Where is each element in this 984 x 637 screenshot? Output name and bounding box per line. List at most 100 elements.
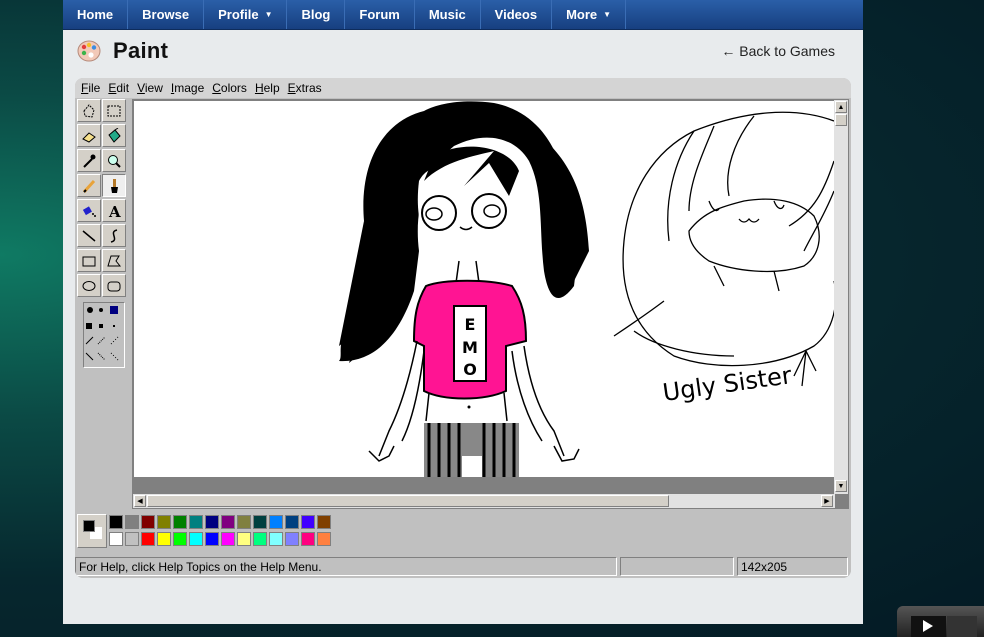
pencil-icon[interactable] bbox=[77, 174, 101, 197]
nav-item-label: Music bbox=[428, 7, 466, 22]
color-swatch[interactable] bbox=[109, 515, 123, 529]
rectangle-icon[interactable] bbox=[77, 249, 101, 272]
nav-item-label: Forum bbox=[359, 7, 400, 22]
eraser-icon[interactable] bbox=[77, 124, 101, 147]
nav-item-label: Browse bbox=[142, 7, 190, 22]
paint-window: FileEditViewImageColorsHelpExtras bbox=[75, 78, 851, 578]
caret-down-icon: ▼ bbox=[603, 10, 612, 19]
shirt-text-o: O bbox=[463, 360, 477, 379]
status-canvas-size: 142x205 bbox=[737, 557, 848, 576]
nav-item-forum[interactable]: Forum bbox=[345, 0, 415, 29]
rect-select-icon[interactable] bbox=[102, 99, 126, 122]
nav-item-label: Profile bbox=[218, 7, 259, 22]
status-bar: For Help, click Help Topics on the Help … bbox=[75, 557, 851, 578]
back-to-games-link[interactable]: ← Back to Games bbox=[721, 43, 835, 59]
nav-item-music[interactable]: Music bbox=[415, 0, 481, 29]
color-swatch[interactable] bbox=[221, 515, 235, 529]
color-swatch[interactable] bbox=[157, 515, 171, 529]
magnifier-icon[interactable] bbox=[102, 149, 126, 172]
nav-item-more[interactable]: More ▼ bbox=[552, 0, 627, 29]
color-swatch[interactable] bbox=[285, 532, 299, 546]
line-icon[interactable] bbox=[77, 224, 101, 247]
status-help-text: For Help, click Help Topics on the Help … bbox=[75, 557, 617, 576]
vertical-scrollbar[interactable]: ▲ ▼ bbox=[834, 100, 848, 494]
color-swatch[interactable] bbox=[269, 532, 283, 546]
shirt-text-e: E bbox=[465, 315, 476, 334]
nav-item-home[interactable]: Home bbox=[63, 0, 129, 29]
curve-icon[interactable] bbox=[102, 224, 126, 247]
color-picker-icon[interactable] bbox=[77, 149, 101, 172]
color-swatch[interactable] bbox=[189, 515, 203, 529]
color-swatch[interactable] bbox=[237, 532, 251, 546]
title-row: Paint ← Back to Games bbox=[77, 36, 835, 66]
scroll-right-icon[interactable]: ▶ bbox=[821, 495, 833, 507]
page-title: Paint bbox=[113, 38, 169, 63]
paint-palette-icon bbox=[77, 39, 101, 63]
free-select-icon[interactable] bbox=[77, 99, 101, 122]
menu-extras[interactable]: Extras bbox=[284, 81, 326, 95]
color-swatch[interactable] bbox=[125, 515, 139, 529]
horizontal-scroll-thumb[interactable] bbox=[147, 495, 669, 507]
primary-color bbox=[83, 520, 95, 532]
nav-item-label: Videos bbox=[494, 7, 538, 22]
color-swatch[interactable] bbox=[301, 515, 315, 529]
color-swatch[interactable] bbox=[157, 532, 171, 546]
color-palette bbox=[77, 514, 849, 550]
brush-shape-options[interactable] bbox=[83, 302, 125, 368]
color-swatch[interactable] bbox=[221, 532, 235, 546]
page-container: Home Browse Profile ▼ Blog Forum Music Videos Mo… bbox=[63, 0, 863, 624]
current-colors[interactable] bbox=[77, 514, 107, 548]
color-swatch[interactable] bbox=[317, 515, 331, 529]
color-swatch[interactable] bbox=[285, 515, 299, 529]
horizontal-scrollbar[interactable]: ◀ ▶ bbox=[133, 494, 835, 508]
paint-menubar: File Edit View Image Colors Help Extras bbox=[75, 78, 851, 98]
top-nav: Home Browse Profile ▼ Blog Forum Music Videos Mo… bbox=[63, 0, 863, 30]
ellipse-icon[interactable] bbox=[77, 274, 101, 297]
color-swatch[interactable] bbox=[141, 515, 155, 529]
menu-help[interactable]: Help bbox=[251, 81, 284, 95]
color-swatch[interactable] bbox=[173, 532, 187, 546]
color-swatch[interactable] bbox=[205, 515, 219, 529]
canvas-annotation: Ugly Sister bbox=[661, 361, 794, 407]
color-swatch[interactable] bbox=[189, 532, 203, 546]
color-swatch[interactable] bbox=[205, 532, 219, 546]
color-swatch[interactable] bbox=[317, 532, 331, 546]
svg-text:A: A bbox=[108, 203, 121, 219]
color-swatch[interactable] bbox=[253, 532, 267, 546]
color-swatch[interactable] bbox=[173, 515, 187, 529]
nav-item-browse[interactable]: Browse bbox=[128, 0, 205, 29]
drawing-canvas[interactable]: E M O Ugly Sister bbox=[134, 101, 835, 477]
airbrush-icon[interactable] bbox=[77, 199, 101, 222]
polygon-icon[interactable] bbox=[102, 249, 126, 272]
menu-colors[interactable]: Colors bbox=[208, 81, 251, 95]
nav-item-blog[interactable]: Blog bbox=[287, 0, 346, 29]
rounded-rect-icon[interactable] bbox=[102, 274, 126, 297]
brush-icon[interactable] bbox=[102, 174, 126, 197]
caret-down-icon: ▼ bbox=[264, 10, 273, 19]
media-player-widget[interactable] bbox=[897, 606, 984, 637]
menu-edit[interactable]: Edit bbox=[104, 81, 133, 95]
scroll-down-icon[interactable]: ▼ bbox=[835, 480, 847, 492]
text-icon[interactable]: A bbox=[102, 199, 126, 222]
nav-item-profile[interactable]: Profile ▼ bbox=[204, 0, 288, 29]
color-swatch[interactable] bbox=[237, 515, 251, 529]
scroll-up-icon[interactable]: ▲ bbox=[835, 101, 847, 113]
color-swatch[interactable] bbox=[269, 515, 283, 529]
scroll-left-icon[interactable]: ◀ bbox=[134, 495, 146, 507]
nav-item-label: Blog bbox=[301, 7, 331, 22]
color-swatch[interactable] bbox=[125, 532, 139, 546]
fill-bucket-icon[interactable] bbox=[102, 124, 126, 147]
nav-item-label: More bbox=[566, 7, 598, 22]
color-swatch[interactable] bbox=[301, 532, 315, 546]
nav-item-videos[interactable]: Videos bbox=[481, 0, 553, 29]
color-swatch[interactable] bbox=[253, 515, 267, 529]
color-swatch[interactable] bbox=[109, 532, 123, 546]
menu-view[interactable]: View bbox=[133, 81, 167, 95]
shirt-text-m: M bbox=[462, 338, 478, 357]
menu-file[interactable]: File bbox=[77, 81, 104, 95]
color-swatch[interactable] bbox=[141, 532, 155, 546]
menu-image[interactable]: Image bbox=[167, 81, 208, 95]
nav-item-label: Home bbox=[77, 7, 114, 22]
status-position bbox=[620, 557, 734, 576]
vertical-scroll-thumb[interactable] bbox=[835, 114, 847, 126]
